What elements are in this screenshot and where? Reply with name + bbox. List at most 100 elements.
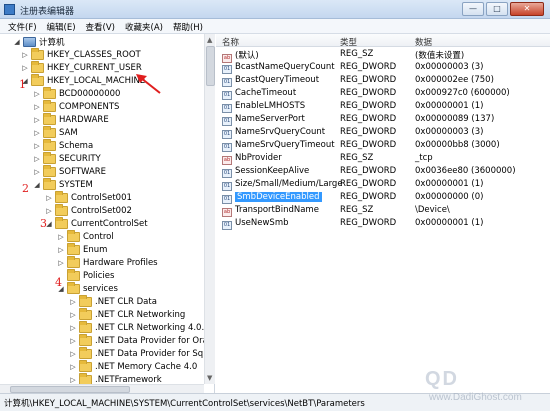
table-row[interactable]: 01 NameSrvQueryTimeout REG_DWORD 0x00000bb8… <box>216 139 550 152</box>
expand-arrow-icon[interactable]: ▷ <box>57 246 65 254</box>
expand-arrow-icon[interactable]: ▷ <box>45 207 53 215</box>
table-row[interactable]: 01 SmbDeviceEnabled REG_DWORD 0x00000000 (0… <box>216 191 550 204</box>
table-row[interactable]: 01 SessionKeepAlive REG_DWORD 0x0036ee80 (3… <box>216 165 550 178</box>
table-row[interactable]: ab (默认) REG_SZ (数值未设置) <box>216 48 550 63</box>
value-name-cell: ab TransportBindName <box>222 205 319 217</box>
value-name-cell: 01 Size/Small/Medium/Large <box>222 179 343 191</box>
tree-node-label: Control <box>83 232 114 242</box>
expand-arrow-icon[interactable]: ▷ <box>33 90 41 98</box>
value-name-cell: 01 SmbDeviceEnabled <box>222 192 322 204</box>
expand-arrow-icon[interactable]: ▷ <box>69 337 77 345</box>
maximize-button[interactable]: □ <box>486 2 508 16</box>
folder-icon <box>43 113 56 125</box>
expand-arrow-icon[interactable]: ▷ <box>21 64 29 72</box>
expand-arrow-icon[interactable]: ▷ <box>69 324 77 332</box>
tree-node-schema[interactable]: ▷ Schema <box>33 139 94 152</box>
column-header-name[interactable]: 名称 <box>222 36 239 48</box>
folder-icon <box>31 48 44 60</box>
menu-help[interactable]: 帮助(H) <box>169 19 209 33</box>
tree-vertical-scrollbar[interactable]: ▲ ▼ <box>204 34 215 384</box>
scroll-down-arrow-icon[interactable]: ▼ <box>207 374 212 382</box>
expand-arrow-icon[interactable]: ▷ <box>33 103 41 111</box>
value-name-cell: 01 NameSrvQueryCount <box>222 127 325 139</box>
binary-value-icon: 01 <box>222 91 232 100</box>
binary-value-icon: 01 <box>222 143 232 152</box>
menu-favorites[interactable]: 收藏夹(A) <box>121 19 169 33</box>
tree-node-net-data-sqlserver[interactable]: ▷ .NET Data Provider for SqlServer <box>69 347 214 360</box>
tree-node-net-clr-networking-4[interactable]: ▷ .NET CLR Networking 4.0.0.0 <box>69 321 214 334</box>
tree-node-software[interactable]: ▷ SOFTWARE <box>33 165 106 178</box>
table-row[interactable]: 01 Size/Small/Medium/Large REG_DWORD 0x0000… <box>216 178 550 191</box>
tree-node-enum[interactable]: ▷ Enum <box>57 243 107 256</box>
tree-node-label: .NET Memory Cache 4.0 <box>95 362 198 372</box>
table-row[interactable]: 01 NameServerPort REG_DWORD 0x00000089 (137… <box>216 113 550 126</box>
tree-node-hardware-profiles[interactable]: ▷ Hardware Profiles <box>57 256 158 269</box>
minimize-button[interactable]: — <box>462 2 484 16</box>
collapse-arrow-icon[interactable]: ◢ <box>13 38 21 46</box>
expand-arrow-icon[interactable]: ▷ <box>33 116 41 124</box>
expand-arrow-icon[interactable]: ▷ <box>57 233 65 241</box>
expand-arrow-icon[interactable]: ▷ <box>33 142 41 150</box>
scrollbar-thumb[interactable] <box>10 386 130 393</box>
column-header-data[interactable]: 数据 <box>415 36 432 48</box>
tree-node-computer[interactable]: ◢ 计算机 <box>13 36 65 48</box>
tree-node-bcd[interactable]: ▷ BCD00000000 <box>33 87 121 100</box>
values-list[interactable]: 名称 类型 数据 ab (默认) REG_SZ (数值未设置) 01 BcastNameQ… <box>216 34 550 393</box>
menu-file[interactable]: 文件(F) <box>4 19 43 33</box>
tree-node-system[interactable]: ◢ SYSTEM <box>33 178 93 191</box>
menu-edit[interactable]: 编辑(E) <box>43 19 82 33</box>
tree-horizontal-scrollbar[interactable] <box>0 384 204 393</box>
expand-arrow-icon[interactable]: ▷ <box>69 311 77 319</box>
tree-node-services[interactable]: ◢ services <box>57 282 118 295</box>
table-row[interactable]: 01 BcastQueryTimeout REG_DWORD 0x000002ee (… <box>216 74 550 87</box>
expand-arrow-icon[interactable]: ▷ <box>45 194 53 202</box>
folder-icon <box>55 217 68 229</box>
table-row[interactable]: 01 EnableLMHOSTS REG_DWORD 0x00000001 (1) <box>216 100 550 113</box>
tree-node-label: BCD00000000 <box>59 89 121 99</box>
tree-node-net-clr-data[interactable]: ▷ .NET CLR Data <box>69 295 157 308</box>
tree-node-net-memory-cache[interactable]: ▷ .NET Memory Cache 4.0 <box>69 360 198 373</box>
close-button[interactable]: ✕ <box>510 2 544 16</box>
tree-node-hkcr[interactable]: ▷ HKEY_CLASSES_ROOT <box>21 48 141 61</box>
tree-node-hkcu[interactable]: ▷ HKEY_CURRENT_USER <box>21 61 142 74</box>
menu-view[interactable]: 查看(V) <box>82 19 121 33</box>
table-row[interactable]: ab NbProvider REG_SZ _tcp <box>216 152 550 165</box>
expand-arrow-icon[interactable]: ▷ <box>69 363 77 371</box>
red-arrow-icon <box>136 74 161 94</box>
tree-node-policies[interactable]: Policies <box>57 269 114 282</box>
tree-node-net-clr-networking[interactable]: ▷ .NET CLR Networking <box>69 308 185 321</box>
value-name: NameServerPort <box>235 114 305 124</box>
tree-node-label: Schema <box>59 141 94 151</box>
scrollbar-thumb[interactable] <box>206 46 215 86</box>
collapse-arrow-icon[interactable]: ◢ <box>33 181 41 189</box>
expand-arrow-icon[interactable]: ▷ <box>69 298 77 306</box>
tree-node-net-data-oracle[interactable]: ▷ .NET Data Provider for Oracle <box>69 334 214 347</box>
tree-node-components[interactable]: ▷ COMPONENTS <box>33 100 119 113</box>
tree-node-hklm[interactable]: ◢ HKEY_LOCAL_MACHINE <box>21 74 145 87</box>
tree-node-controlset002[interactable]: ▷ ControlSet002 <box>45 204 132 217</box>
table-row[interactable]: 01 CacheTimeout REG_DWORD 0x000927c0 (60000… <box>216 87 550 100</box>
title-bar: 注册表编辑器 — □ ✕ <box>0 0 550 19</box>
tree-node-control[interactable]: ▷ Control <box>57 230 114 243</box>
expand-arrow-icon[interactable]: ▷ <box>69 376 77 384</box>
scroll-up-arrow-icon[interactable]: ▲ <box>207 36 212 44</box>
table-row[interactable]: ab TransportBindName REG_SZ \Device\ <box>216 204 550 217</box>
expand-arrow-icon[interactable]: ▷ <box>21 51 29 59</box>
annotation-number: 4 <box>55 276 62 289</box>
table-row[interactable]: 01 UseNewSmb REG_DWORD 0x00000001 (1) <box>216 217 550 230</box>
tree-node-controlset001[interactable]: ▷ ControlSet001 <box>45 191 132 204</box>
tree-node-sam[interactable]: ▷ SAM <box>33 126 78 139</box>
value-type: REG_SZ <box>340 49 374 59</box>
expand-arrow-icon[interactable]: ▷ <box>33 129 41 137</box>
column-header-type[interactable]: 类型 <box>340 36 357 48</box>
registry-tree[interactable]: ◢ 计算机 ▷ HKEY_CLASSES_ROOT ▷ HKEY_CURRENT… <box>0 34 215 393</box>
tree-node-currentcontrolset[interactable]: ◢ CurrentControlSet <box>45 217 148 230</box>
expand-arrow-icon[interactable]: ▷ <box>33 168 41 176</box>
expand-arrow-icon[interactable]: ▷ <box>57 259 65 267</box>
expand-arrow-icon[interactable]: ▷ <box>69 350 77 358</box>
tree-node-hardware[interactable]: ▷ HARDWARE <box>33 113 109 126</box>
expand-arrow-icon[interactable]: ▷ <box>33 155 41 163</box>
table-row[interactable]: 01 NameSrvQueryCount REG_DWORD 0x00000003 (… <box>216 126 550 139</box>
table-row[interactable]: 01 BcastNameQueryCount REG_DWORD 0x00000003… <box>216 61 550 74</box>
tree-node-security[interactable]: ▷ SECURITY <box>33 152 101 165</box>
